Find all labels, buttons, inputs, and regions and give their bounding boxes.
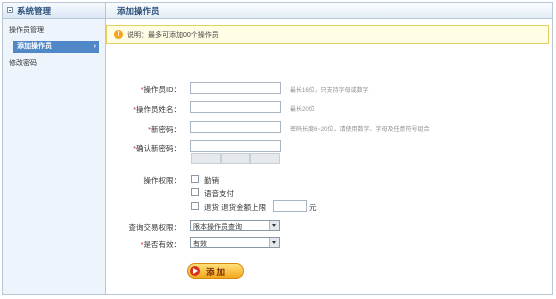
chevron-right-icon: › [93,43,96,50]
sidebar: 系统管理 操作员管理 添加操作员 › 修改密码 [3,3,106,294]
sidebar-item-add-operator[interactable]: 添加操作员 › [13,41,99,53]
info-icon: ! [114,30,123,39]
permission-checkbox-revoke[interactable] [191,175,199,183]
sidebar-item-label: 修改密码 [9,60,37,67]
strength-segment [220,153,251,164]
strength-segment [191,153,221,164]
sidebar-item-label: 添加操作员 [17,43,52,50]
new-password-label: *新密码： [148,125,181,134]
is-valid-value: 有效 [193,241,207,248]
sidebar-item-label: 操作员管理 [9,27,44,34]
add-button[interactable]: 添加 [187,263,244,279]
new-password-hint: 密码长度6~20位，请使用数字、字母及任意符号组合 [290,127,430,133]
permission-label-voice-pay: 语音支付 [204,189,234,198]
query-permission-label: 查询交易权限： [128,223,182,232]
chevron-down-icon[interactable] [269,238,279,247]
operator-name-label: *操作员姓名： [133,105,181,114]
confirm-password-input[interactable] [190,140,281,152]
add-button-label: 添加 [206,267,228,277]
play-icon [190,266,200,276]
operator-id-input[interactable] [190,82,281,94]
refund-limit-unit: 元 [309,203,317,212]
permission-checkbox-voice-pay[interactable] [191,188,199,196]
refund-limit-input[interactable] [273,200,307,212]
sidebar-item-change-password[interactable]: 修改密码 [9,58,99,70]
operator-name-hint: 最长20位 [290,107,315,113]
permissions-label: 操作权限： [143,176,182,185]
page-title: 添加操作员 [117,6,160,16]
chevron-down-icon[interactable] [269,221,279,230]
operator-id-hint: 最长16位，只支持字母或数字 [290,88,369,94]
sidebar-header[interactable]: 系统管理 [3,3,105,19]
new-password-input[interactable] [190,121,281,133]
page-header: 添加操作员 [106,3,552,19]
confirm-password-label: *确认新密码： [133,144,181,153]
operator-id-label: *操作员ID： [140,85,181,94]
notice-text: 说明：最多可添加00个操作员 [127,32,219,39]
is-valid-select[interactable]: 有效 [190,237,280,248]
sidebar-title: 系统管理 [17,6,52,16]
collapse-icon[interactable] [7,7,13,13]
notice-box: ! 说明：最多可添加00个操作员 [106,25,549,44]
permission-label-revoke: 勤销 [204,176,219,185]
operator-name-input[interactable] [190,101,281,113]
query-permission-value: 限本操作员查询 [193,224,242,231]
query-permission-select[interactable]: 限本操作员查询 [190,220,280,231]
sidebar-item-operator-management[interactable]: 操作员管理 [9,25,99,37]
strength-segment [250,153,281,164]
permission-checkbox-refund[interactable] [191,202,199,210]
permission-label-refund: 退货 退货金额上限 [204,203,267,212]
is-valid-label: *是否有效： [140,240,181,249]
password-strength-meter [191,153,281,164]
